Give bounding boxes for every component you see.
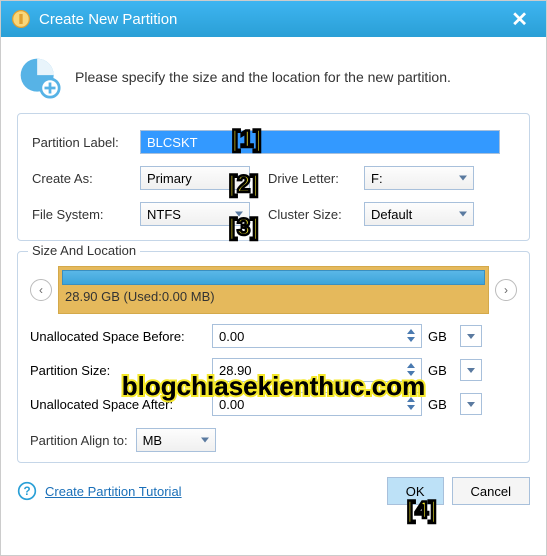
- file-system-select[interactable]: NTFS: [140, 202, 250, 226]
- unit-select-before[interactable]: [460, 325, 482, 347]
- drive-letter-select[interactable]: F:: [364, 166, 474, 190]
- svg-text:?: ?: [23, 485, 30, 498]
- drive-letter-label: Drive Letter:: [268, 171, 356, 186]
- unit-label-before: GB: [428, 329, 454, 344]
- unalloc-before-label: Unallocated Space Before:: [30, 329, 206, 344]
- unit-label-after: GB: [428, 397, 454, 412]
- ok-button[interactable]: OK: [387, 477, 444, 505]
- unalloc-before-spinner[interactable]: [404, 327, 418, 343]
- partition-label-label: Partition Label:: [32, 135, 132, 150]
- close-button[interactable]: ✕: [503, 7, 536, 32]
- cluster-size-label: Cluster Size:: [268, 207, 356, 222]
- tutorial-link[interactable]: Create Partition Tutorial: [45, 484, 182, 499]
- unalloc-after-input[interactable]: [212, 392, 422, 416]
- form-panel: Partition Label: Create As: Primary Driv…: [17, 113, 530, 241]
- unalloc-after-spinner[interactable]: [404, 395, 418, 411]
- align-to-select[interactable]: MB: [136, 428, 216, 452]
- bottom-row: ? Create Partition Tutorial OK Cancel: [1, 471, 546, 515]
- unit-select-size[interactable]: [460, 359, 482, 381]
- create-as-label: Create As:: [32, 171, 132, 186]
- help-icon: ?: [17, 481, 37, 501]
- cluster-size-select[interactable]: Default: [364, 202, 474, 226]
- partition-size-input[interactable]: [212, 358, 422, 382]
- info-text: Please specify the size and the location…: [75, 69, 451, 85]
- shrink-left-button[interactable]: ‹: [30, 279, 52, 301]
- unit-label-size: GB: [428, 363, 454, 378]
- cancel-button[interactable]: Cancel: [452, 477, 530, 505]
- app-icon: [11, 9, 31, 29]
- partition-bar-text: 28.90 GB (Used:0.00 MB): [59, 285, 488, 304]
- create-as-select[interactable]: Primary: [140, 166, 250, 190]
- unalloc-after-label: Unallocated Space After:: [30, 397, 206, 412]
- window-title: Create New Partition: [39, 11, 177, 28]
- partition-stripe: [62, 270, 485, 285]
- partition-add-icon: [17, 55, 61, 99]
- partition-size-spinner[interactable]: [404, 361, 418, 377]
- file-system-label: File System:: [32, 207, 132, 222]
- shrink-right-button[interactable]: ›: [495, 279, 517, 301]
- partition-bar[interactable]: 28.90 GB (Used:0.00 MB): [58, 266, 489, 314]
- unit-select-after[interactable]: [460, 393, 482, 415]
- partition-size-label: Partition Size:: [30, 363, 206, 378]
- size-location-legend: Size And Location: [28, 243, 140, 258]
- titlebar: Create New Partition ✕: [1, 1, 546, 37]
- size-location-fieldset: Size And Location ‹ 28.90 GB (Used:0.00 …: [17, 251, 530, 463]
- info-row: Please specify the size and the location…: [1, 37, 546, 113]
- partition-label-input[interactable]: [140, 130, 500, 154]
- align-to-label: Partition Align to:: [30, 433, 128, 448]
- unalloc-before-input[interactable]: [212, 324, 422, 348]
